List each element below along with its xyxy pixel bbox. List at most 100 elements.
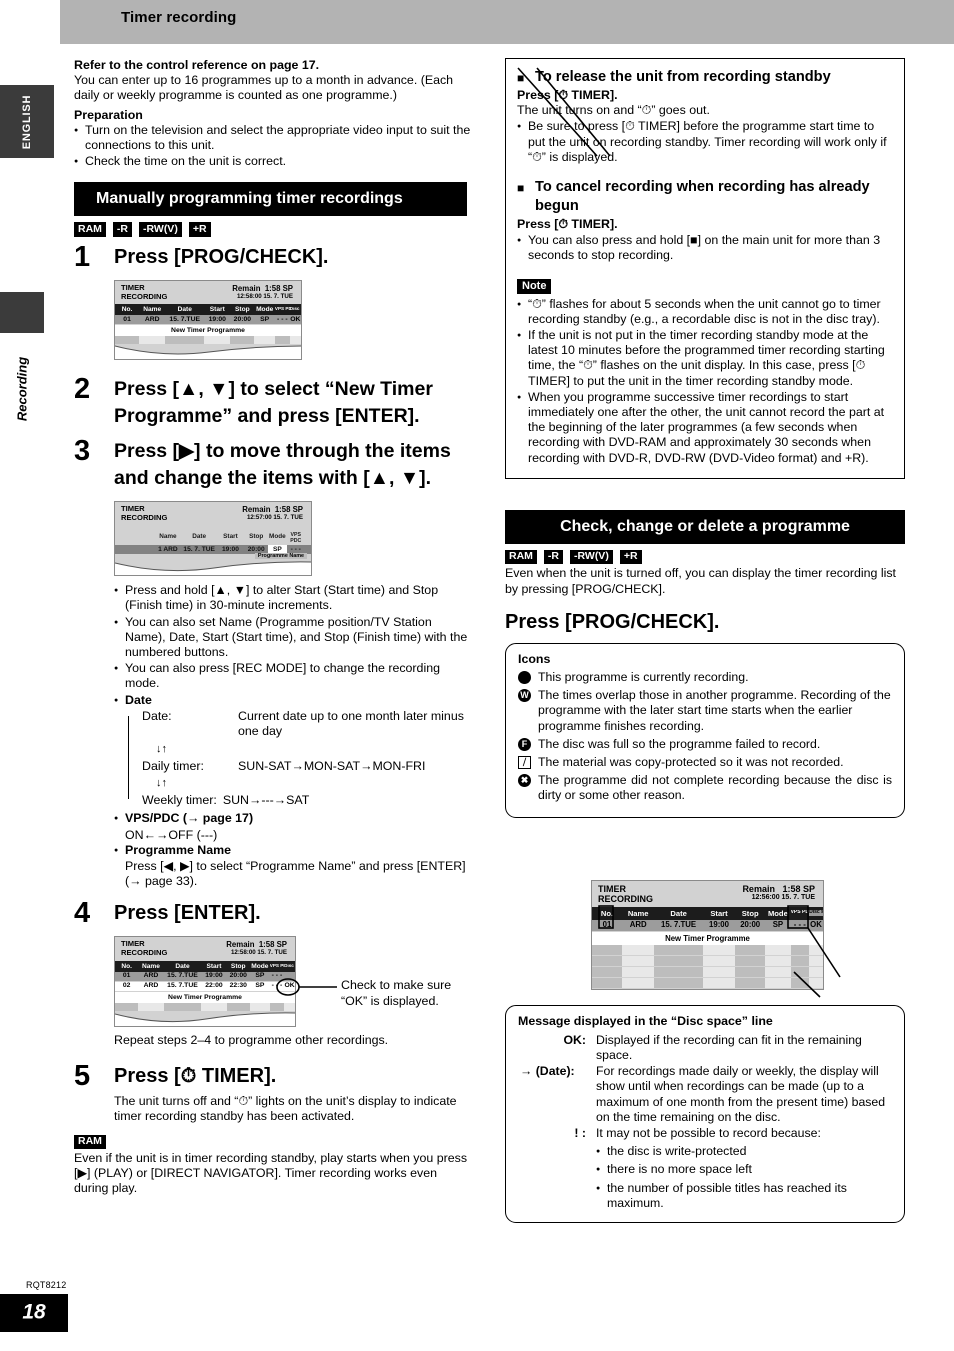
disc-full-f-icon: F [518,737,531,751]
step-4-number: 4 [74,897,90,930]
icon-list-item: W The times overlap those in another pro… [518,688,892,734]
osd-clock: 12:57:00 15. 7. TUE [246,514,303,522]
disc-badges: RAM -R -RW(V) +R [74,222,474,237]
step-1-text: Press [PROG/CHECK]. [114,245,329,268]
programme-name-body: Press [◀, ▶] to select “Programme Name” … [125,858,466,889]
osd-cell-date: 15. 7.TUE [169,315,201,323]
icons-label: Icons [518,651,551,666]
message-key: → (Date): [520,1064,575,1079]
osd-screen-step1: TIMER RECORDING Remain 1:58 SP 12:58:00 … [114,279,302,361]
icons-list: This programme is currently recording. W… [518,670,892,804]
osd-remain-label: Remain [242,505,271,515]
note-item: If the unit is not put in the timer reco… [517,328,893,389]
section-tab-label: Recording [14,356,30,422]
date-flow-label: Weekly timer: [142,792,217,807]
incomplete-x-icon: ✖ [518,774,531,788]
osd3-header-row: Name Date Start Stop Mode VPS PDC [115,533,311,544]
message-value: For recordings made daily or weekly, the… [596,1064,886,1124]
step-4: 4 Press [ENTER]. [74,898,474,928]
message-key: ! : [574,1126,586,1141]
language-tab-label: ENGLISH [21,94,33,149]
date-flow-value: Current date up to one month later minus… [238,708,464,739]
osd-step4-wrapper: TIMER RECORDING Remain 1:58 SP 12:58:00 … [114,936,474,1027]
step3-note: You can also press [REC MODE] to change … [114,661,474,691]
icon-list-item: This programme is currently recording. [518,670,892,685]
vps-heading: VPS/PDC (→ page 17) [114,811,474,827]
disc-badge-plusr: +R [619,549,642,565]
osd-torn-edge-shape [115,561,311,576]
disc-badge-ram: RAM [74,1134,106,1150]
disc-badge-plusr: +R [188,222,211,237]
note-item: When you programme successive timer reco… [517,390,893,466]
osd-cell-no: 01 [123,315,131,323]
step-5-body: The unit turns off and “⏱” lights on the… [114,1093,457,1124]
osd-cell-stop: 20:00 [233,315,252,323]
osd-clock: 12:58:00 15. 7. TUE [236,292,293,300]
date-flow-value: SUN→---→SAT [222,792,310,807]
step-1: 1 Press [PROG/CHECK]. [74,242,474,272]
disc-badge-ram: RAM [74,222,106,237]
step3-note: Press and hold [▲, ▼] to alter Start (St… [114,583,474,613]
disc-badge-r: -R [543,549,564,565]
step-2-text: Press [▲, ▼] to select “New Timer Progra… [114,378,433,428]
icon-item-text: The disc was full so the programme faile… [538,736,821,751]
step-4-text: Press [ENTER]. [114,902,261,925]
date-flow-row: Weekly timer: SUN→---→SAT [142,793,474,808]
message-sub-item: the disc is write-protected [596,1144,892,1159]
osd3-col-start: Start [223,533,238,541]
osd3-col-mode: Mode [269,533,286,541]
osd-remain-value: 1:58 SP [264,283,293,293]
osd-cell-name: ARD [144,315,160,323]
osd-remain: Remain 1:58 SP 12:58:00 15. 7. TUE [232,284,293,300]
date-flow-label: Date: [142,708,172,723]
section-body: Even when the unit is turned off, you ca… [505,566,896,596]
disc-badge-rwv: -RW(V) [139,222,182,237]
icon-item-text: The material was copy-protected so it wa… [538,754,844,769]
note-item: “⏱” flashes for about 5 seconds when the… [517,297,893,327]
date-flow-connector [128,715,130,800]
date-flow-arrows: ↓↑ [156,776,167,789]
icon-list-item: ⧸ The material was copy-protected so it … [518,755,892,770]
osd-remain: Remain 1:58 SP 12:57:00 15. 7. TUE [242,505,303,521]
message-value: It may not be possible to record because… [596,1126,892,1211]
date-heading: Date [114,693,474,709]
step-5-text: Press [⏱ TIMER]. [114,1064,277,1087]
date-flow-label: Daily timer: [142,758,204,773]
osd-col-name: Name [143,306,162,314]
osd-col-date: Date [177,306,192,314]
icon-list-item: F The disc was full so the programme fai… [518,737,892,752]
press-prog-check-heading: Press [PROG/CHECK]. [505,610,720,633]
osd-col-disc: Disc space [289,307,301,312]
message-sub-item: there is no more space left [596,1162,892,1177]
vps-value: ON←→OFF (---) [125,827,218,842]
disc-space-message-title: Message displayed in the “Disc space” li… [518,1013,773,1028]
message-row: OK: Displayed if the recording can fit i… [518,1033,892,1063]
right-column: To release the unit from recording stand… [505,58,905,1224]
preparation-label: Preparation [74,107,143,122]
osd3-col-name: Name [159,533,177,541]
osd-torn-edge [115,561,311,576]
step-5: 5 Press [⏱ TIMER]. [74,1061,474,1091]
message-value-text: It may not be possible to record because… [596,1126,821,1141]
preparation-item: Turn on the television and select the ap… [74,123,474,153]
message-key: OK: [563,1032,586,1047]
step-2-number: 2 [74,373,90,406]
step-3-text: Press [▶] to move through the items and … [114,440,451,490]
osd-cell-vps: - - - [277,315,288,323]
date-flow-arrows: ↓↑ [156,742,167,755]
icon-item-text: This programme is currently recording. [538,669,749,684]
osd3-col-vps: VPS PDC [290,532,302,544]
section-heading-manual-programming: Manually programming timer recordings [74,182,467,217]
language-tab: ENGLISH [0,85,54,158]
osd-header-row: No. Name Date Start Stop Mode VPS PDC Di… [115,304,301,316]
osd-cell-start: 19:00 [208,315,226,323]
disc-badge-r: -R [112,222,133,237]
osd-screen-step3: TIMER RECORDING Remain 1:58 SP 12:57:00 … [114,501,312,577]
repeat-note: Repeat steps 2–4 to programme other reco… [114,1032,389,1047]
document-code: RQT8212 [26,1280,67,1290]
programme-name-heading: Programme Name [114,843,474,859]
icon-item-text: The programme did not complete recording… [538,773,892,803]
message-value: Displayed if the recording can fit in th… [596,1032,862,1062]
osd3-cell-name: 1 ARD [158,546,178,554]
step-1-number: 1 [74,240,90,273]
